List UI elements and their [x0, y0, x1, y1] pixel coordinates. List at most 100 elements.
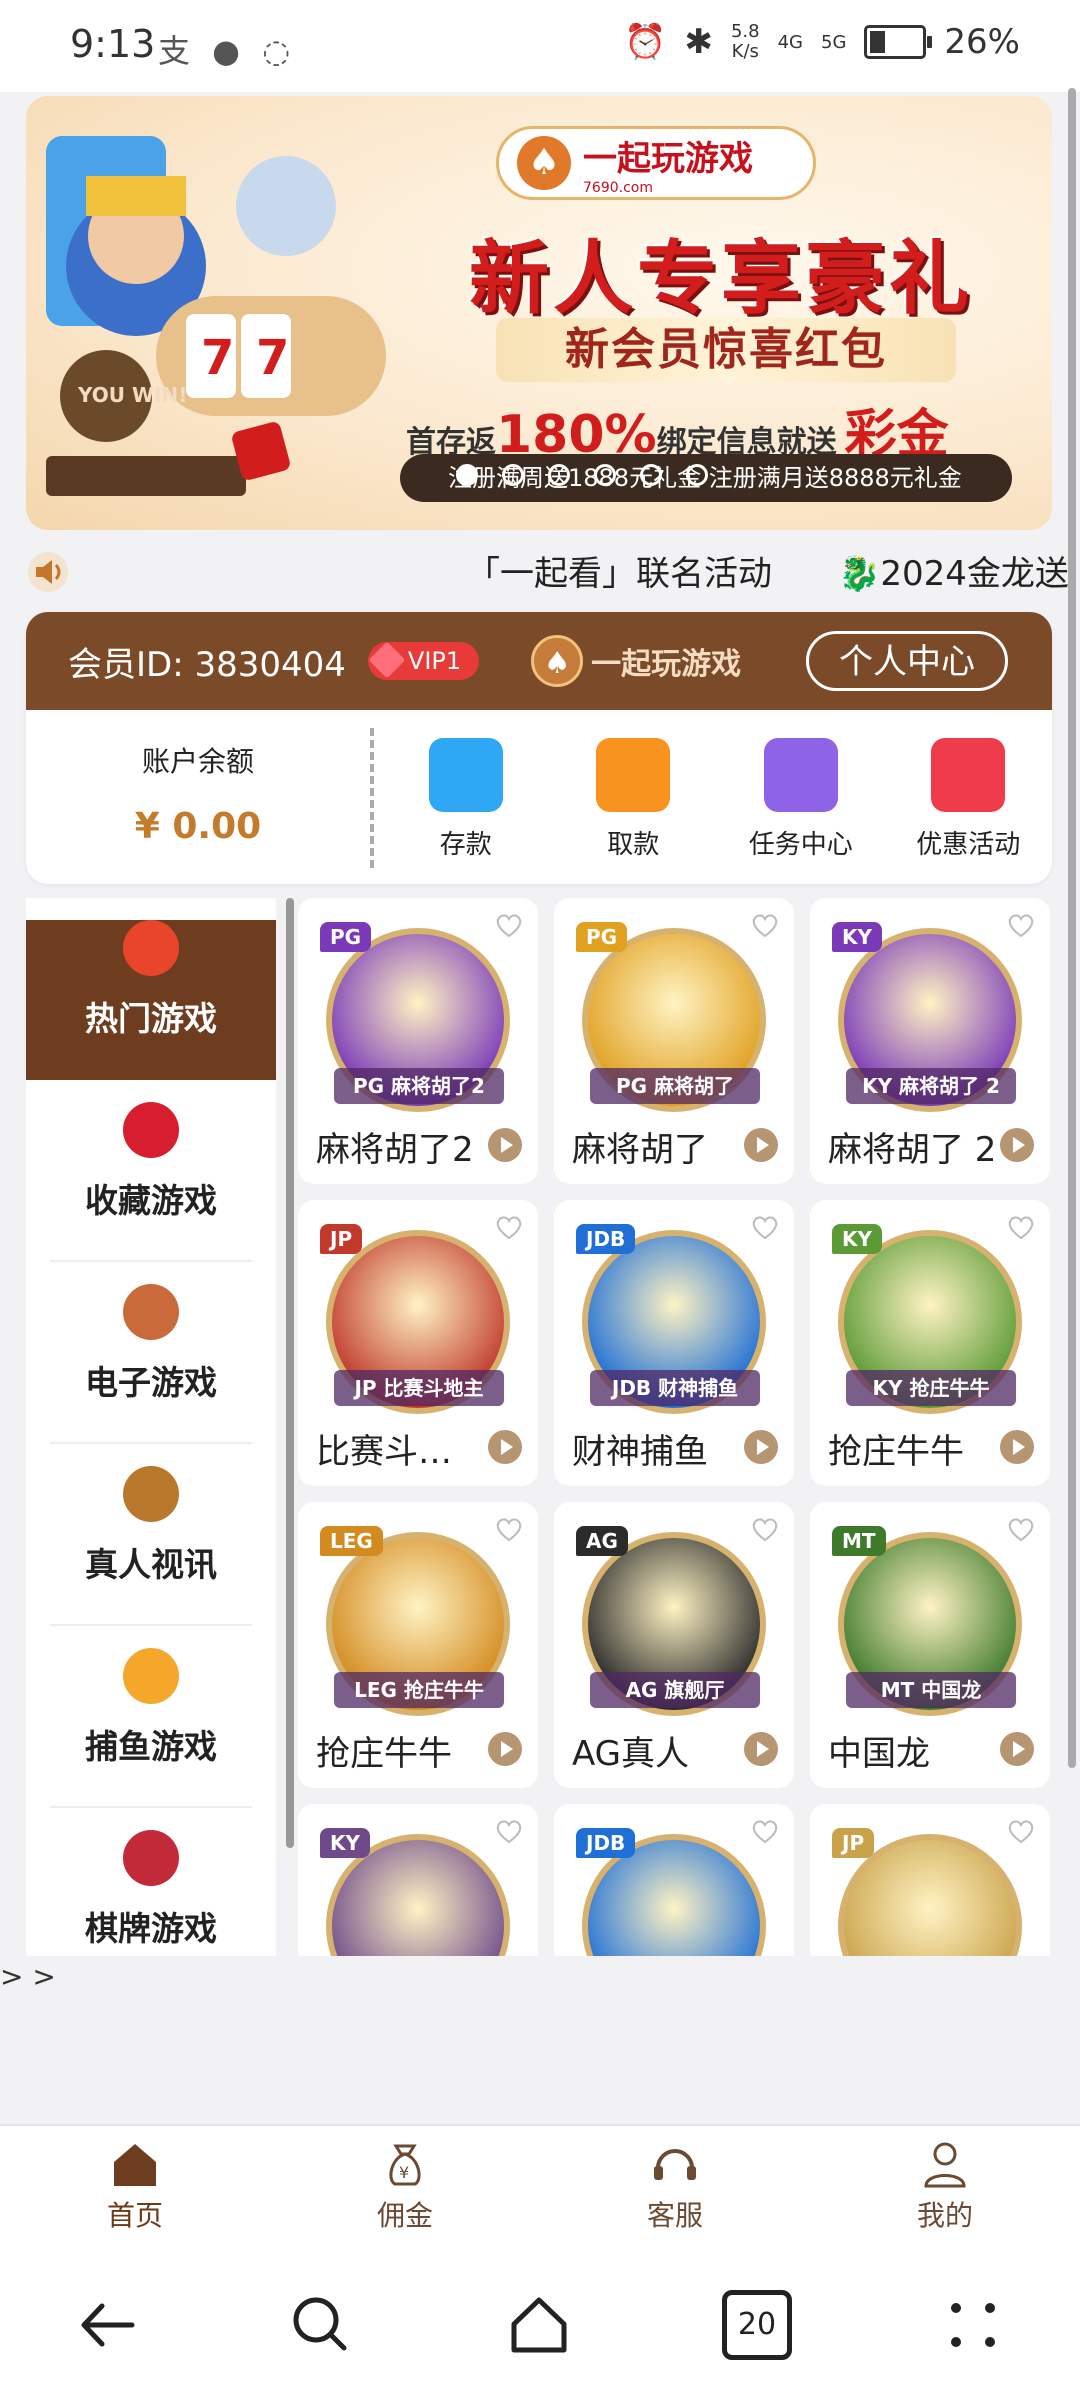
favorite-heart-icon[interactable]	[494, 1816, 524, 1846]
game-card[interactable]: KY	[298, 1804, 538, 1956]
game-card[interactable]: PG PG 麻将胡了2 麻将胡了2	[298, 898, 538, 1184]
tab-1[interactable]: ¥ 佣金	[270, 2126, 540, 2236]
game-name: 比赛斗…	[316, 1432, 452, 1472]
banner-headline: 新人专享豪礼	[469, 232, 973, 325]
play-icon[interactable]	[744, 1430, 778, 1464]
game-card[interactable]: JP JP 比赛斗地主 比赛斗…	[298, 1200, 538, 1486]
carousel-dots[interactable]	[456, 464, 708, 486]
signal-5g-icon: 5G	[821, 31, 847, 53]
game-card[interactable]: PG PG 麻将胡了 麻将胡了	[554, 898, 794, 1184]
play-icon[interactable]	[1000, 1128, 1034, 1162]
game-brand-label: PG 麻将胡了2	[334, 1068, 504, 1104]
game-brand-label: KY 抢庄牛牛	[846, 1370, 1016, 1406]
tab-0[interactable]: 首页	[0, 2126, 270, 2236]
home-icon[interactable]	[504, 2290, 574, 2360]
game-brand-label: LEG 抢庄牛牛	[334, 1672, 504, 1708]
favorite-heart-icon[interactable]	[750, 1514, 780, 1544]
heart-icon	[123, 1102, 179, 1158]
play-icon[interactable]	[744, 1732, 778, 1766]
game-name: AG真人	[572, 1734, 690, 1774]
withdraw-icon	[596, 738, 671, 812]
game-card[interactable]: LEG LEG 抢庄牛牛 抢庄牛牛	[298, 1502, 538, 1788]
action-label: 任务中心	[748, 830, 853, 860]
personal-center-button[interactable]: 个人中心	[806, 631, 1008, 691]
svg-text:7: 7	[201, 330, 234, 386]
notice-text-1: 「一起看」联名活动	[466, 554, 772, 594]
sidebar-scrollbar[interactable]	[286, 898, 294, 1848]
provider-badge: KY	[832, 1224, 882, 1254]
game-brand-label: KY 麻将胡了 2	[846, 1068, 1016, 1104]
back-icon[interactable]	[72, 2290, 142, 2360]
provider-badge: AG	[576, 1526, 628, 1556]
play-icon[interactable]	[1000, 1430, 1034, 1464]
action-label: 优惠活动	[916, 830, 1021, 860]
favorite-heart-icon[interactable]	[750, 910, 780, 940]
game-card[interactable]: MT MT 中国龙 中国龙	[810, 1502, 1050, 1788]
action-0[interactable]: 存款	[382, 724, 550, 884]
game-name: 麻将胡了 2	[828, 1130, 997, 1170]
provider-badge: KY	[832, 922, 882, 952]
notice-marquee[interactable]: 「一起看」联名活动 🐉2024金龙送	[26, 538, 1069, 606]
search-icon[interactable]	[286, 2290, 356, 2360]
sidebar-item-label: 捕鱼游戏	[85, 1727, 217, 1766]
headset-icon	[654, 2149, 696, 2180]
sidebar-item-0[interactable]: 热门游戏	[26, 920, 276, 1080]
favorite-heart-icon[interactable]	[750, 1816, 780, 1846]
play-icon[interactable]	[488, 1128, 522, 1162]
action-label: 存款	[439, 830, 492, 860]
play-icon[interactable]	[1000, 1732, 1034, 1766]
favorite-heart-icon[interactable]	[1006, 1212, 1036, 1242]
play-icon[interactable]	[744, 1128, 778, 1162]
promo-banner[interactable]: 7 7 YOU WIN! ♠ 一起玩游戏 7690.com 新人专享豪礼 新会员…	[26, 96, 1052, 530]
carousel-dot[interactable]	[686, 464, 708, 486]
tab-3[interactable]: 我的	[810, 2126, 1080, 2236]
tab-label: 我的	[916, 2199, 973, 2232]
more-icon[interactable]	[938, 2290, 1008, 2360]
action-1[interactable]: 取款	[550, 724, 718, 884]
sidebar-item-2[interactable]: 电子游戏	[50, 1284, 252, 1444]
game-card[interactable]: JDB JDB 财神捕鱼 财神捕鱼	[554, 1200, 794, 1486]
favorite-heart-icon[interactable]	[1006, 910, 1036, 940]
carousel-dot[interactable]	[594, 464, 616, 486]
tabs-count-button[interactable]: 20	[722, 2290, 792, 2360]
banner-characters-illustration: 7 7 YOU WIN!	[46, 136, 386, 496]
play-icon[interactable]	[488, 1430, 522, 1464]
tab-label: 首页	[106, 2199, 163, 2232]
action-2[interactable]: 任务中心	[717, 724, 885, 884]
gift-icon	[763, 738, 838, 812]
signal-4g-icon: 4G	[777, 31, 804, 53]
carousel-dot[interactable]	[548, 464, 570, 486]
sidebar-item-3[interactable]: 真人视讯	[50, 1466, 252, 1626]
favorite-heart-icon[interactable]	[494, 1514, 524, 1544]
provider-badge: MT	[832, 1526, 886, 1556]
sidebar-item-5[interactable]: 棋牌游戏	[50, 1830, 252, 1956]
game-card[interactable]: JP	[810, 1804, 1050, 1956]
favorite-heart-icon[interactable]	[1006, 1514, 1036, 1544]
carousel-dot[interactable]	[502, 464, 524, 486]
carousel-dot[interactable]	[456, 464, 478, 486]
page-scrollbar[interactable]	[1068, 88, 1076, 1768]
sidebar-item-1[interactable]: 收藏游戏	[50, 1102, 252, 1262]
game-brand-label: PG 麻将胡了	[590, 1068, 760, 1104]
game-card[interactable]: JDB	[554, 1804, 794, 1956]
game-card[interactable]: KY KY 麻将胡了 2 麻将胡了 2	[810, 898, 1050, 1184]
favorite-heart-icon[interactable]	[750, 1212, 780, 1242]
favorite-heart-icon[interactable]	[1006, 1816, 1036, 1846]
stray-text: > >	[0, 1960, 56, 1993]
tab-2[interactable]: 客服	[540, 2126, 810, 2236]
game-card[interactable]: AG AG 旗舰厅 AG真人	[554, 1502, 794, 1788]
play-icon[interactable]	[488, 1732, 522, 1766]
banner-logo: ♠ 一起玩游戏 7690.com	[496, 126, 816, 200]
action-label: 取款	[607, 830, 660, 860]
favorite-heart-icon[interactable]	[494, 1212, 524, 1242]
game-card[interactable]: KY KY 抢庄牛牛 抢庄牛牛	[810, 1200, 1050, 1486]
favorite-heart-icon[interactable]	[494, 910, 524, 940]
battery-icon	[864, 25, 933, 59]
balance-value: ¥ 0.00	[134, 806, 262, 847]
alarm-icon: ⏰	[624, 22, 667, 62]
action-3[interactable]: 优惠活动	[885, 724, 1053, 884]
spade-icon: ♠	[517, 136, 571, 190]
sidebar-item-4[interactable]: 捕鱼游戏	[50, 1648, 252, 1808]
game-brand-label: JDB 财神捕鱼	[590, 1370, 760, 1406]
carousel-dot[interactable]	[640, 464, 662, 486]
